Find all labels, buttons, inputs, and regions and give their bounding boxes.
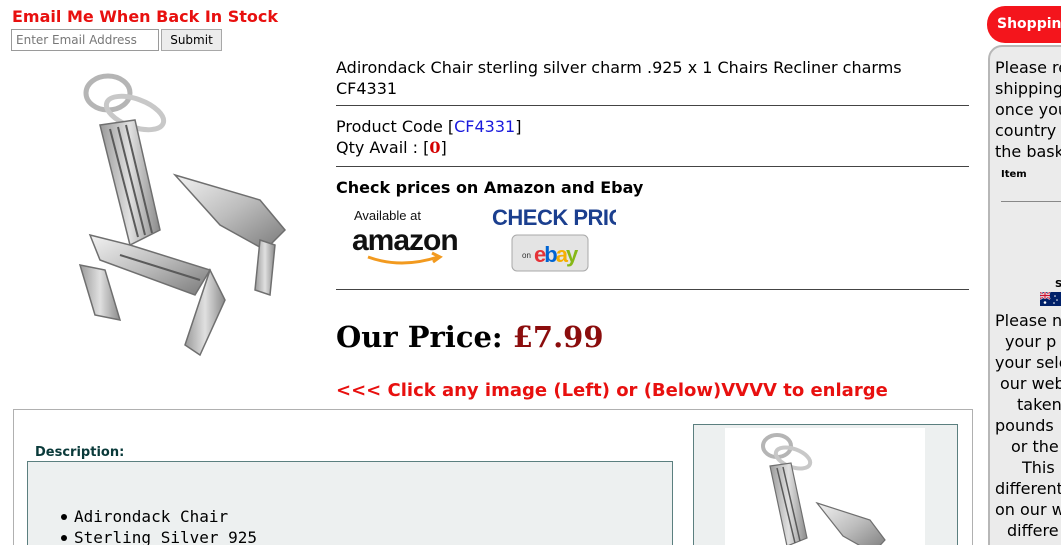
divider [336,105,969,106]
basket-currency-notice: Please n your p your sele our web taken … [995,310,1061,541]
check-price-text: CHECK PRICE [492,205,616,230]
divider [336,289,969,290]
basket-item-header: Item [1001,169,1027,180]
qty-label: Qty Avail : [ [336,138,430,157]
price-label: Our Price: [336,320,513,354]
amazon-logo[interactable]: Available at amazon [346,203,466,269]
basket-message: Please re shipping once you country the … [995,57,1061,162]
basket-message-line: once you [995,100,1061,119]
notice-line: your sele [995,353,1061,372]
check-prices-title: Check prices on Amazon and Ebay [336,178,644,197]
list-item: Adirondack Chair [60,506,257,527]
notice-line: our web [1000,374,1061,393]
thumbnail-image[interactable] [725,428,925,545]
notice-line: on our w [995,500,1061,519]
divider [336,166,969,167]
notice-line: taken [1017,395,1061,414]
notice-line: This [1022,458,1055,477]
notice-line: pounds [995,416,1054,435]
notice-line: different [995,479,1061,498]
qty-value: 0 [429,138,441,157]
basket-message-line: Please re [995,58,1061,77]
price-value: £7.99 [512,320,604,354]
ebay-on-text: on [522,251,531,260]
qty-available-line: Qty Avail : [0] [336,138,447,157]
basket-s-label: S [1055,279,1061,290]
ebay-logo[interactable]: CHECK PRICE on ebay [486,200,616,276]
qty-close: ] [440,138,447,157]
australia-flag-icon[interactable] [1040,292,1061,306]
enlarge-hint: <<< Click any image (Left) or (Below)VVV… [336,380,888,401]
notice-line: differe [1007,521,1059,540]
product-image[interactable] [60,65,300,360]
submit-button[interactable]: Submit [161,29,222,51]
amazon-available-text: Available at [354,208,421,223]
description-label: Description: [35,445,125,460]
divider [1001,201,1061,202]
amazon-brand-text: amazon [352,224,458,257]
basket-message-line: country [995,121,1057,140]
product-code-close: ] [515,117,522,136]
notice-line: or the [1011,437,1059,456]
ebay-brand-text: ebay [534,242,579,267]
basket-message-line: shipping [995,79,1061,98]
product-code-line: Product Code [CF4331] [336,117,521,136]
product-code-label: Product Code [ [336,117,455,136]
notice-line: Please n [995,311,1061,330]
email-field[interactable] [11,29,159,51]
shopping-basket-tab[interactable]: Shopping Basket [987,6,1061,43]
description-list: Adirondack Chair Sterling Silver 925 [60,506,257,545]
list-item: Sterling Silver 925 [60,527,257,545]
notice-line: your p [1005,332,1057,351]
product-title: Adirondack Chair sterling silver charm .… [336,58,902,98]
product-code-link[interactable]: CF4331 [454,117,515,136]
basket-message-line: the bask [995,142,1061,161]
stock-alert-title: Email Me When Back In Stock [12,7,279,26]
our-price: Our Price: £7.99 [336,320,604,354]
